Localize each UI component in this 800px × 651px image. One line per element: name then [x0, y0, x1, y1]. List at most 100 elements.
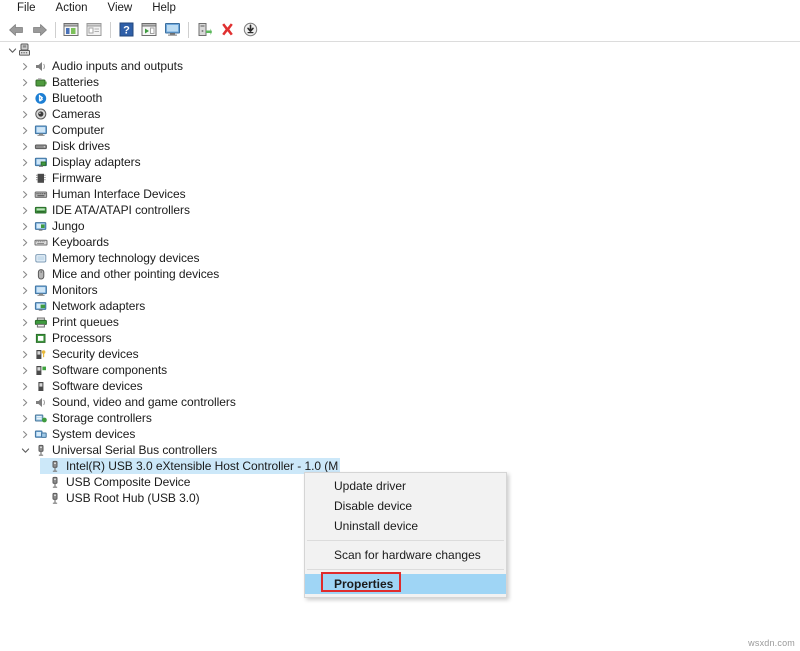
- chevron-right-icon[interactable]: [18, 334, 32, 343]
- install-legacy-hardware-button[interactable]: [193, 19, 215, 40]
- watermark: wsxdn.com: [748, 638, 795, 648]
- menu-help[interactable]: Help: [143, 0, 185, 18]
- tree-item-sound-video-and-game-controllers[interactable]: Sound, video and game controllers: [0, 394, 800, 410]
- tree-item-software-devices[interactable]: Software devices: [0, 378, 800, 394]
- chevron-right-icon[interactable]: [18, 158, 32, 167]
- chevron-right-icon[interactable]: [18, 126, 32, 135]
- chevron-right-icon[interactable]: [18, 94, 32, 103]
- tree-item-security-devices[interactable]: Security devices: [0, 346, 800, 362]
- disk-drive-icon: [32, 140, 50, 153]
- update-driver-button[interactable]: [138, 19, 160, 40]
- toolbar-separator-3: [188, 22, 189, 38]
- properties-window-icon: [86, 22, 102, 37]
- chevron-right-icon[interactable]: [18, 62, 32, 71]
- memory-device-icon: [32, 252, 50, 265]
- chevron-right-icon[interactable]: [18, 254, 32, 263]
- menu-file[interactable]: File: [8, 0, 45, 18]
- tree-item-jungo[interactable]: Jungo: [0, 218, 800, 234]
- update-driver-download-button[interactable]: [239, 19, 261, 40]
- tree-item-label: Computer: [50, 122, 104, 138]
- tree-item-label: Human Interface Devices: [50, 186, 186, 202]
- firmware-chip-icon: [32, 172, 50, 185]
- chevron-right-icon[interactable]: [18, 302, 32, 311]
- tree-item-disk-drives[interactable]: Disk drives: [0, 138, 800, 154]
- tree-item-network-adapters[interactable]: Network adapters: [0, 298, 800, 314]
- chevron-right-icon[interactable]: [18, 142, 32, 151]
- speaker-icon: [32, 396, 50, 409]
- usb-icon: [46, 460, 64, 473]
- chevron-right-icon[interactable]: [18, 78, 32, 87]
- chevron-right-icon[interactable]: [18, 398, 32, 407]
- properties-window-button[interactable]: [83, 19, 105, 40]
- printer-icon: [32, 316, 50, 329]
- back-button[interactable]: [5, 19, 27, 40]
- tree-item-label: Audio inputs and outputs: [50, 58, 183, 74]
- bluetooth-icon: [32, 92, 50, 105]
- chevron-right-icon[interactable]: [18, 110, 32, 119]
- monitor-icon: [32, 284, 50, 297]
- tree-item-human-interface-devices[interactable]: Human Interface Devices: [0, 186, 800, 202]
- tree-item-memory-technology-devices[interactable]: Memory technology devices: [0, 250, 800, 266]
- chevron-right-icon[interactable]: [18, 270, 32, 279]
- tree-item-ide-ata-atapi-controllers[interactable]: IDE ATA/ATAPI controllers: [0, 202, 800, 218]
- tree-item-label: Intel(R) USB 3.0 eXtensible Host Control…: [64, 458, 338, 474]
- chevron-right-icon[interactable]: [18, 286, 32, 295]
- tree-item-processors[interactable]: Processors: [0, 330, 800, 346]
- context-menu-item-properties[interactable]: Properties: [305, 574, 506, 594]
- chevron-right-icon[interactable]: [18, 366, 32, 375]
- tree-item-universal-serial-bus-controllers[interactable]: Universal Serial Bus controllers: [0, 442, 800, 458]
- tree-item-system-devices[interactable]: System devices: [0, 426, 800, 442]
- tree-item-display-adapters[interactable]: Display adapters: [0, 154, 800, 170]
- menu-bar: File Action View Help: [0, 0, 800, 18]
- chevron-right-icon[interactable]: [18, 414, 32, 423]
- chevron-down-icon[interactable]: [8, 46, 17, 55]
- tree-item-label: Jungo: [50, 218, 84, 234]
- tree-item-batteries[interactable]: Batteries: [0, 74, 800, 90]
- tree-item-audio-inputs-and-outputs[interactable]: Audio inputs and outputs: [0, 58, 800, 74]
- svg-text:?: ?: [123, 25, 130, 37]
- context-menu[interactable]: Update driver Disable device Uninstall d…: [304, 472, 507, 598]
- menu-view[interactable]: View: [99, 0, 142, 18]
- chevron-right-icon[interactable]: [18, 350, 32, 359]
- keyboard-icon: [32, 236, 50, 249]
- tree-item-label: USB Composite Device: [64, 474, 190, 490]
- chevron-right-icon[interactable]: [18, 222, 32, 231]
- help-button[interactable]: ?: [115, 19, 137, 40]
- tree-item-label: Processors: [50, 330, 112, 346]
- tree-item-label: Monitors: [50, 282, 98, 298]
- show-hide-console-tree-button[interactable]: [60, 19, 82, 40]
- chevron-down-icon[interactable]: [18, 446, 32, 455]
- chevron-right-icon[interactable]: [18, 206, 32, 215]
- security-device-icon: [32, 348, 50, 361]
- tree-item-monitors[interactable]: Monitors: [0, 282, 800, 298]
- chevron-right-icon[interactable]: [18, 382, 32, 391]
- tree-item-firmware[interactable]: Firmware: [0, 170, 800, 186]
- context-menu-item-uninstall-device[interactable]: Uninstall device: [305, 516, 506, 536]
- chevron-right-icon[interactable]: [18, 430, 32, 439]
- context-menu-item-scan-for-hardware-changes[interactable]: Scan for hardware changes: [305, 545, 506, 565]
- context-menu-item-disable-device[interactable]: Disable device: [305, 496, 506, 516]
- tree-item-bluetooth[interactable]: Bluetooth: [0, 90, 800, 106]
- tree-item-keyboards[interactable]: Keyboards: [0, 234, 800, 250]
- scan-monitor-button[interactable]: [161, 19, 183, 40]
- chevron-right-icon[interactable]: [18, 174, 32, 183]
- context-menu-item-update-driver[interactable]: Update driver: [305, 476, 506, 496]
- tree-item-label: Sound, video and game controllers: [50, 394, 236, 410]
- tree-item-mice-and-other-pointing-devices[interactable]: Mice and other pointing devices: [0, 266, 800, 282]
- forward-button[interactable]: [28, 19, 50, 40]
- uninstall-device-button[interactable]: [216, 19, 238, 40]
- toolbar-separator-1: [55, 22, 56, 38]
- menu-action[interactable]: Action: [47, 0, 97, 18]
- tree-item-label: IDE ATA/ATAPI controllers: [50, 202, 190, 218]
- chevron-right-icon[interactable]: [18, 318, 32, 327]
- software-device-icon: [32, 380, 50, 393]
- tree-item-storage-controllers[interactable]: Storage controllers: [0, 410, 800, 426]
- tree-item-cameras[interactable]: Cameras: [0, 106, 800, 122]
- chevron-right-icon[interactable]: [18, 190, 32, 199]
- chevron-right-icon[interactable]: [18, 238, 32, 247]
- tree-item-computer[interactable]: Computer: [0, 122, 800, 138]
- tree-item-software-components[interactable]: Software components: [0, 362, 800, 378]
- tree-item-print-queues[interactable]: Print queues: [0, 314, 800, 330]
- tree-root-node[interactable]: [0, 42, 800, 58]
- context-menu-separator-1: [307, 540, 504, 541]
